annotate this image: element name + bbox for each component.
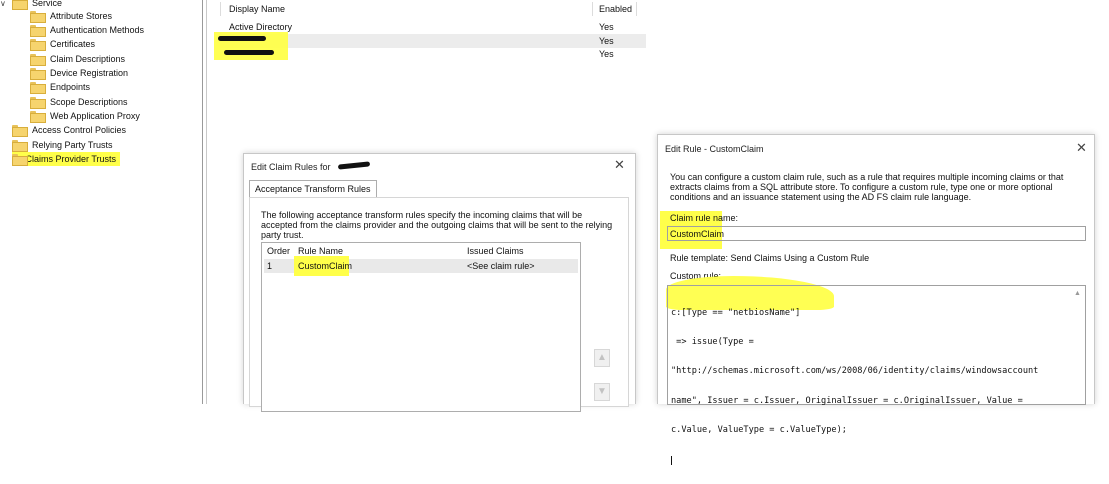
rule-template-label: Rule template: Send Claims Using a Custo… — [670, 253, 870, 263]
tab-acceptance-transform-rules[interactable]: Acceptance Transform Rules — [249, 180, 377, 197]
code-line: c:[Type == "netbiosName"] — [671, 307, 801, 318]
rule-description: You can configure a custom claim rule, s… — [670, 172, 1064, 202]
code-line: name", Issuer = c.Issuer, OriginalIssuer… — [671, 395, 1023, 406]
column-header-enabled[interactable]: Enabled — [599, 4, 632, 14]
folder-icon — [12, 154, 30, 166]
tree-item-relying-party-trusts[interactable]: Relying Party Trusts — [12, 138, 113, 152]
tree-item-certificates[interactable]: Certificates — [30, 37, 95, 51]
tree-item-label: Service — [32, 0, 63, 8]
table-row[interactable]: Active Directory Yes — [229, 20, 646, 34]
tree-item-authentication-methods[interactable]: Authentication Methods — [30, 23, 144, 37]
rules-list: Order Rule Name Issued Claims 1 CustomCl… — [261, 242, 581, 412]
tree-item-label: Endpoints — [50, 82, 91, 92]
tree-item-label: Claim Descriptions — [50, 54, 126, 64]
rule-name: CustomClaim — [298, 261, 353, 271]
rules-description: The following acceptance transform rules… — [261, 210, 613, 240]
folder-icon — [12, 140, 28, 152]
tree-item-claims-provider-trusts[interactable]: Claims Provider Trusts — [12, 152, 120, 166]
claims-provider-trust-list: Display Name Enabled Active Directory Ye… — [210, 0, 650, 70]
folder-icon — [30, 25, 46, 37]
folder-icon — [30, 68, 46, 80]
tree-item-attribute-stores[interactable]: Attribute Stores — [30, 9, 112, 23]
rule-name-label: Claim rule name: — [670, 213, 739, 223]
folder-icon — [30, 54, 46, 66]
table-row[interactable]: 1 CustomClaim <See claim rule> — [264, 256, 578, 276]
tree-item-label: Access Control Policies — [32, 125, 127, 135]
table-row[interactable]: Yes — [229, 47, 646, 61]
close-icon[interactable]: ✕ — [1076, 140, 1087, 156]
code-line: "http://schemas.microsoft.com/ws/2008/06… — [671, 366, 1039, 377]
custom-rule-textarea[interactable]: c:[Type == "netbiosName"] => issue(Type … — [667, 285, 1086, 465]
tab-panel: The following acceptance transform rules… — [249, 197, 629, 412]
folder-icon — [30, 11, 46, 23]
row-display-name: Active Directory — [229, 22, 293, 32]
rule-name-input[interactable]: CustomClaim — [667, 226, 1086, 241]
folder-icon — [30, 39, 46, 51]
close-icon[interactable]: ✕ — [614, 157, 625, 173]
tree-item-label: Scope Descriptions — [50, 97, 128, 107]
folder-icon — [12, 0, 28, 10]
tree-item-label: Attribute Stores — [50, 11, 113, 21]
edit-rule-dialog: Edit Rule - CustomClaim ✕ You can config… — [657, 134, 1095, 465]
column-separator — [220, 2, 221, 16]
column-separator — [592, 2, 593, 16]
column-header-display-name[interactable]: Display Name — [229, 4, 285, 14]
row-enabled: Yes — [599, 22, 614, 32]
row-enabled: Yes — [599, 36, 614, 46]
tree-item-device-registration[interactable]: Device Registration — [30, 66, 128, 80]
tree-item-claim-descriptions[interactable]: Claim Descriptions — [30, 52, 125, 66]
column-header-issued-claims[interactable]: Issued Claims — [467, 246, 524, 256]
move-up-button[interactable]: ▲ — [594, 349, 610, 367]
folder-icon — [30, 111, 46, 123]
tree-item-endpoints[interactable]: Endpoints — [30, 80, 90, 94]
tree-item-label: Relying Party Trusts — [32, 140, 113, 150]
rule-name-value: CustomClaim — [670, 229, 725, 239]
dialog-title: Edit Claim Rules for — [251, 162, 331, 172]
tree-item-access-control-policies[interactable]: Access Control Policies — [12, 123, 126, 137]
scroll-up-arrow[interactable]: ▲ — [1074, 290, 1081, 297]
folder-icon — [12, 125, 28, 137]
column-header-order[interactable]: Order — [267, 246, 290, 256]
tree-item-label: Authentication Methods — [50, 25, 145, 35]
tree-item-label: Certificates — [50, 39, 96, 49]
code-line: c.Value, ValueType = c.ValueType); — [671, 425, 847, 436]
code-line: => issue(Type = — [671, 336, 754, 347]
folder-icon — [30, 82, 46, 94]
chevron-down-icon[interactable]: ∨ — [0, 0, 8, 8]
edit-claim-rules-dialog: Edit Claim Rules for ✕ Acceptance Transf… — [243, 153, 636, 412]
column-header-rule-name[interactable]: Rule Name — [298, 246, 343, 256]
tree-item-label: Web Application Proxy — [50, 111, 140, 121]
issued-claims: <See claim rule> — [467, 261, 535, 271]
dialog-title: Edit Rule - CustomClaim — [665, 144, 764, 154]
tree-item-scope-descriptions[interactable]: Scope Descriptions — [30, 95, 128, 109]
pane-divider-secondary — [206, 0, 207, 404]
row-enabled: Yes — [599, 49, 614, 59]
tree-item-label: Claims Provider Trusts — [25, 154, 116, 164]
tree-item-web-application-proxy[interactable]: Web Application Proxy — [30, 109, 140, 123]
redaction-mark — [337, 161, 371, 170]
redaction-mark — [224, 50, 274, 55]
redaction-mark — [218, 36, 266, 41]
navigation-tree: ∨ Service Attribute Stores Authenticatio… — [0, 0, 200, 404]
folder-icon — [30, 97, 46, 109]
column-separator — [636, 2, 637, 16]
pane-divider[interactable] — [202, 0, 203, 404]
rule-order: 1 — [267, 261, 273, 271]
text-cursor — [671, 455, 672, 465]
move-down-button[interactable]: ▼ — [594, 383, 610, 401]
tree-item-label: Device Registration — [50, 68, 129, 78]
